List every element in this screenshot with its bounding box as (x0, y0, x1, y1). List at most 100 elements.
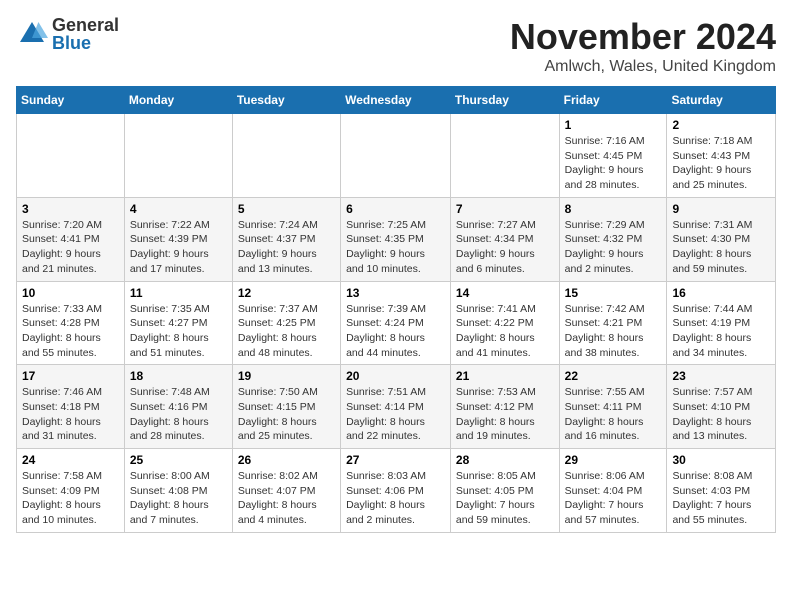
day-info: Sunrise: 7:16 AM Sunset: 4:45 PM Dayligh… (565, 134, 662, 193)
day-cell: 4 Sunrise: 7:22 AM Sunset: 4:39 PM Daylig… (124, 197, 232, 281)
week-row-3: 17 Sunrise: 7:46 AM Sunset: 4:18 PM Dayli… (17, 365, 776, 449)
day-cell: 22 Sunrise: 7:55 AM Sunset: 4:11 PM Dayli… (559, 365, 667, 449)
day-info: Sunrise: 7:20 AM Sunset: 4:41 PM Dayligh… (22, 218, 119, 277)
day-info: Sunrise: 7:58 AM Sunset: 4:09 PM Dayligh… (22, 469, 119, 528)
day-info: Sunrise: 7:24 AM Sunset: 4:37 PM Dayligh… (238, 218, 335, 277)
day-cell: 11Sunrise: 7:35 AM Sunset: 4:27 PM Dayli… (124, 281, 232, 365)
day-info: Sunrise: 7:31 AM Sunset: 4:30 PM Dayligh… (672, 218, 770, 277)
day-info: Sunrise: 8:00 AM Sunset: 4:08 PM Dayligh… (130, 469, 227, 528)
day-number: 23 (672, 369, 770, 383)
day-number: 7 (456, 202, 554, 216)
day-number: 21 (456, 369, 554, 383)
day-cell: 12Sunrise: 7:37 AM Sunset: 4:25 PM Dayli… (232, 281, 340, 365)
day-info: Sunrise: 7:46 AM Sunset: 4:18 PM Dayligh… (22, 385, 119, 444)
day-cell: 28 Sunrise: 8:05 AM Sunset: 4:05 PM Dayli… (450, 449, 559, 533)
day-info: Sunrise: 7:55 AM Sunset: 4:11 PM Dayligh… (565, 385, 662, 444)
day-info: Sunrise: 7:39 AM Sunset: 4:24 PM Dayligh… (346, 302, 445, 361)
week-row-0: 1 Sunrise: 7:16 AM Sunset: 4:45 PM Daylig… (17, 114, 776, 198)
day-info: Sunrise: 7:25 AM Sunset: 4:35 PM Dayligh… (346, 218, 445, 277)
day-number: 20 (346, 369, 445, 383)
day-cell: 29 Sunrise: 8:06 AM Sunset: 4:04 PM Dayli… (559, 449, 667, 533)
day-cell: 8 Sunrise: 7:29 AM Sunset: 4:32 PM Daylig… (559, 197, 667, 281)
logo-general: General (52, 16, 119, 34)
page-subtitle: Amlwch, Wales, United Kingdom (510, 58, 776, 76)
logo-blue: Blue (52, 34, 119, 52)
day-number: 16 (672, 286, 770, 300)
day-cell: 23 Sunrise: 7:57 AM Sunset: 4:10 PM Dayli… (667, 365, 776, 449)
day-info: Sunrise: 7:57 AM Sunset: 4:10 PM Dayligh… (672, 385, 770, 444)
day-info: Sunrise: 7:51 AM Sunset: 4:14 PM Dayligh… (346, 385, 445, 444)
day-cell: 1 Sunrise: 7:16 AM Sunset: 4:45 PM Daylig… (559, 114, 667, 198)
day-number: 24 (22, 453, 119, 467)
weekday-header-wednesday: Wednesday (341, 87, 451, 114)
day-info: Sunrise: 7:42 AM Sunset: 4:21 PM Dayligh… (565, 302, 662, 361)
day-cell: 15 Sunrise: 7:42 AM Sunset: 4:21 PM Dayli… (559, 281, 667, 365)
day-cell (341, 114, 451, 198)
day-cell: 7Sunrise: 7:27 AM Sunset: 4:34 PM Daylig… (450, 197, 559, 281)
day-number: 18 (130, 369, 227, 383)
day-cell: 26 Sunrise: 8:02 AM Sunset: 4:07 PM Dayli… (232, 449, 340, 533)
day-info: Sunrise: 7:37 AM Sunset: 4:25 PM Dayligh… (238, 302, 335, 361)
day-cell (124, 114, 232, 198)
day-info: Sunrise: 8:05 AM Sunset: 4:05 PM Dayligh… (456, 469, 554, 528)
day-cell: 17 Sunrise: 7:46 AM Sunset: 4:18 PM Dayli… (17, 365, 125, 449)
day-cell: 21 Sunrise: 7:53 AM Sunset: 4:12 PM Dayli… (450, 365, 559, 449)
page-title: November 2024 (510, 16, 776, 58)
weekday-header-friday: Friday (559, 87, 667, 114)
day-info: Sunrise: 7:41 AM Sunset: 4:22 PM Dayligh… (456, 302, 554, 361)
day-number: 2 (672, 118, 770, 132)
day-cell (17, 114, 125, 198)
day-info: Sunrise: 8:08 AM Sunset: 4:03 PM Dayligh… (672, 469, 770, 528)
day-number: 22 (565, 369, 662, 383)
day-number: 9 (672, 202, 770, 216)
day-number: 8 (565, 202, 662, 216)
day-info: Sunrise: 8:06 AM Sunset: 4:04 PM Dayligh… (565, 469, 662, 528)
logo: General Blue (16, 16, 119, 52)
week-row-4: 24 Sunrise: 7:58 AM Sunset: 4:09 PM Dayli… (17, 449, 776, 533)
day-info: Sunrise: 7:48 AM Sunset: 4:16 PM Dayligh… (130, 385, 227, 444)
day-info: Sunrise: 7:18 AM Sunset: 4:43 PM Dayligh… (672, 134, 770, 193)
day-number: 26 (238, 453, 335, 467)
day-number: 4 (130, 202, 227, 216)
day-cell: 27Sunrise: 8:03 AM Sunset: 4:06 PM Dayli… (341, 449, 451, 533)
day-number: 6 (346, 202, 445, 216)
day-number: 5 (238, 202, 335, 216)
day-cell: 10 Sunrise: 7:33 AM Sunset: 4:28 PM Dayli… (17, 281, 125, 365)
day-cell: 30 Sunrise: 8:08 AM Sunset: 4:03 PM Dayli… (667, 449, 776, 533)
day-info: Sunrise: 7:33 AM Sunset: 4:28 PM Dayligh… (22, 302, 119, 361)
day-number: 19 (238, 369, 335, 383)
day-number: 13 (346, 286, 445, 300)
header: General Blue November 2024 Amlwch, Wales… (16, 16, 776, 76)
day-cell: 18 Sunrise: 7:48 AM Sunset: 4:16 PM Dayli… (124, 365, 232, 449)
day-cell: 2 Sunrise: 7:18 AM Sunset: 4:43 PM Daylig… (667, 114, 776, 198)
day-cell (232, 114, 340, 198)
logo-text: General Blue (52, 16, 119, 52)
weekday-row: SundayMondayTuesdayWednesdayThursdayFrid… (17, 87, 776, 114)
logo-icon (16, 18, 48, 50)
day-number: 10 (22, 286, 119, 300)
day-number: 29 (565, 453, 662, 467)
day-cell: 25 Sunrise: 8:00 AM Sunset: 4:08 PM Dayli… (124, 449, 232, 533)
weekday-header-thursday: Thursday (450, 87, 559, 114)
day-info: Sunrise: 7:53 AM Sunset: 4:12 PM Dayligh… (456, 385, 554, 444)
day-cell: 13 Sunrise: 7:39 AM Sunset: 4:24 PM Dayli… (341, 281, 451, 365)
day-cell: 16Sunrise: 7:44 AM Sunset: 4:19 PM Dayli… (667, 281, 776, 365)
day-cell (450, 114, 559, 198)
day-cell: 5 Sunrise: 7:24 AM Sunset: 4:37 PM Daylig… (232, 197, 340, 281)
day-number: 17 (22, 369, 119, 383)
week-row-2: 10 Sunrise: 7:33 AM Sunset: 4:28 PM Dayli… (17, 281, 776, 365)
day-cell: 3Sunrise: 7:20 AM Sunset: 4:41 PM Daylig… (17, 197, 125, 281)
day-info: Sunrise: 7:22 AM Sunset: 4:39 PM Dayligh… (130, 218, 227, 277)
day-info: Sunrise: 7:29 AM Sunset: 4:32 PM Dayligh… (565, 218, 662, 277)
day-cell: 14 Sunrise: 7:41 AM Sunset: 4:22 PM Dayli… (450, 281, 559, 365)
day-cell: 20 Sunrise: 7:51 AM Sunset: 4:14 PM Dayli… (341, 365, 451, 449)
day-number: 15 (565, 286, 662, 300)
day-number: 11 (130, 286, 227, 300)
day-info: Sunrise: 8:02 AM Sunset: 4:07 PM Dayligh… (238, 469, 335, 528)
day-number: 28 (456, 453, 554, 467)
day-number: 1 (565, 118, 662, 132)
day-number: 14 (456, 286, 554, 300)
weekday-header-monday: Monday (124, 87, 232, 114)
day-number: 25 (130, 453, 227, 467)
day-number: 30 (672, 453, 770, 467)
